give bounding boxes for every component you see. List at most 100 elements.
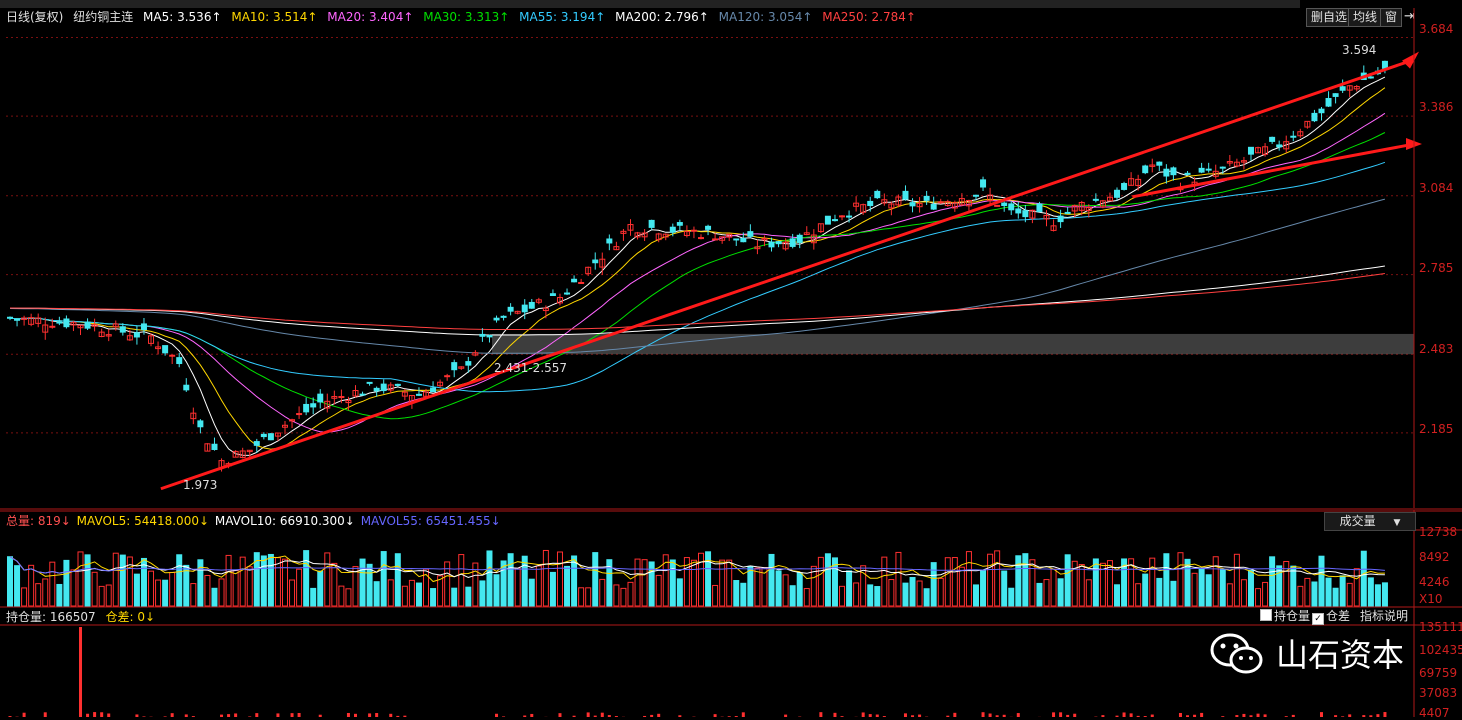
candle-body — [847, 216, 852, 217]
candle-body — [1009, 204, 1014, 210]
y-tick-2: 3.386 — [1419, 100, 1453, 114]
oi-bar — [368, 713, 371, 717]
volume-bar — [635, 559, 640, 606]
volume-bar — [1051, 569, 1056, 606]
oi-bar — [23, 713, 26, 717]
volume-bar — [804, 589, 809, 606]
candle-body — [550, 294, 555, 296]
oi-bar — [1052, 712, 1055, 717]
diff-checkbox[interactable]: ✓仓差 — [1312, 608, 1350, 624]
candle-body — [1157, 162, 1162, 165]
arrowhead-1 — [1402, 52, 1419, 69]
candle-body — [1164, 169, 1169, 176]
candles — [8, 61, 1388, 472]
oi-bar — [100, 712, 103, 717]
oi-bar — [375, 713, 378, 717]
candle-body — [832, 220, 837, 221]
volume-bar — [1199, 568, 1204, 606]
candle-body — [875, 191, 880, 197]
candle-body — [1277, 145, 1282, 147]
volume-bar — [536, 566, 541, 606]
volume-bar — [212, 588, 217, 606]
volume-bar — [769, 554, 774, 606]
volume-bar — [99, 586, 104, 606]
volume-bar — [163, 580, 168, 606]
volume-bar — [29, 565, 34, 606]
volume-bar — [156, 580, 161, 606]
volume-bar — [1291, 566, 1296, 606]
volume-bar — [988, 554, 993, 606]
candle-body — [15, 319, 20, 320]
volume-bar — [290, 580, 295, 606]
y-tick-5: 2.483 — [1419, 342, 1453, 356]
indicator-explain-button[interactable]: 指标说明 — [1360, 608, 1408, 624]
candle-body — [1382, 61, 1387, 68]
vol-tick-2: 8492 — [1419, 550, 1450, 564]
volume-bar — [339, 586, 344, 606]
candle-body — [706, 226, 711, 229]
volume-bar — [304, 551, 309, 606]
candle-body — [381, 384, 386, 390]
candle-body — [825, 216, 830, 224]
volume-bar — [494, 575, 499, 606]
volume-bar — [508, 554, 513, 606]
candle-body — [734, 239, 739, 240]
vol-tick-1: 12738 — [1419, 525, 1457, 539]
indicator-select[interactable]: 成交量 ▼ — [1324, 512, 1416, 531]
volume-bar — [402, 586, 407, 606]
candle-body — [1368, 77, 1373, 78]
volume-bar — [910, 578, 915, 606]
volume-bar — [325, 553, 330, 606]
volume-bar — [134, 574, 139, 606]
candle-body — [699, 238, 704, 239]
volume-bar — [459, 555, 464, 606]
volume-bar — [952, 558, 957, 606]
volume-bar — [677, 579, 682, 606]
candle-body — [1340, 87, 1345, 91]
volume-bar — [106, 585, 111, 606]
candle-body — [973, 195, 978, 196]
volume-ma-10 — [10, 557, 1385, 578]
volume-bar — [621, 588, 626, 606]
hold-checkbox[interactable]: 持仓量 — [1260, 608, 1310, 624]
oi-bar — [982, 712, 985, 717]
candle-body — [903, 191, 908, 199]
volume-bar — [1382, 583, 1387, 606]
candle-body — [1122, 184, 1127, 190]
candle-body — [304, 404, 309, 411]
volume-bar — [1037, 583, 1042, 606]
annotation-high: 3.594 — [1342, 43, 1376, 57]
oi-bar — [171, 713, 174, 717]
volume-bar — [1079, 565, 1084, 606]
volume-bar — [1058, 579, 1063, 606]
volume-bar — [332, 563, 337, 606]
oi-bar — [953, 713, 956, 717]
candle-body — [981, 180, 986, 187]
candle-body — [769, 242, 774, 247]
candle-body — [840, 216, 845, 217]
volume-bar — [50, 562, 55, 606]
candle-body — [395, 384, 400, 385]
volume-bar — [261, 556, 266, 606]
candle-body — [670, 227, 675, 232]
candle-body — [8, 317, 13, 318]
volume-bar — [184, 565, 189, 606]
volume-bar — [374, 582, 379, 606]
volume-bar — [120, 555, 125, 606]
volume-bar — [938, 578, 943, 606]
volume-bar — [43, 579, 48, 606]
oi-tick-4: 37083 — [1419, 686, 1457, 700]
volume-bar — [1164, 554, 1169, 606]
oi-bar — [298, 713, 301, 717]
annotation-low: 1.973 — [183, 478, 217, 492]
checkbox-box — [1260, 609, 1272, 621]
volume-bar — [191, 584, 196, 606]
oi-bars — [9, 627, 1387, 717]
volume-bar — [381, 552, 386, 606]
candle-body — [1016, 209, 1021, 213]
hold-checkbox-label: 持仓量 — [1274, 609, 1310, 623]
volume-bar — [825, 554, 830, 606]
oi-bar — [587, 712, 590, 717]
volume-bar — [600, 579, 605, 606]
candle-body — [120, 327, 125, 332]
